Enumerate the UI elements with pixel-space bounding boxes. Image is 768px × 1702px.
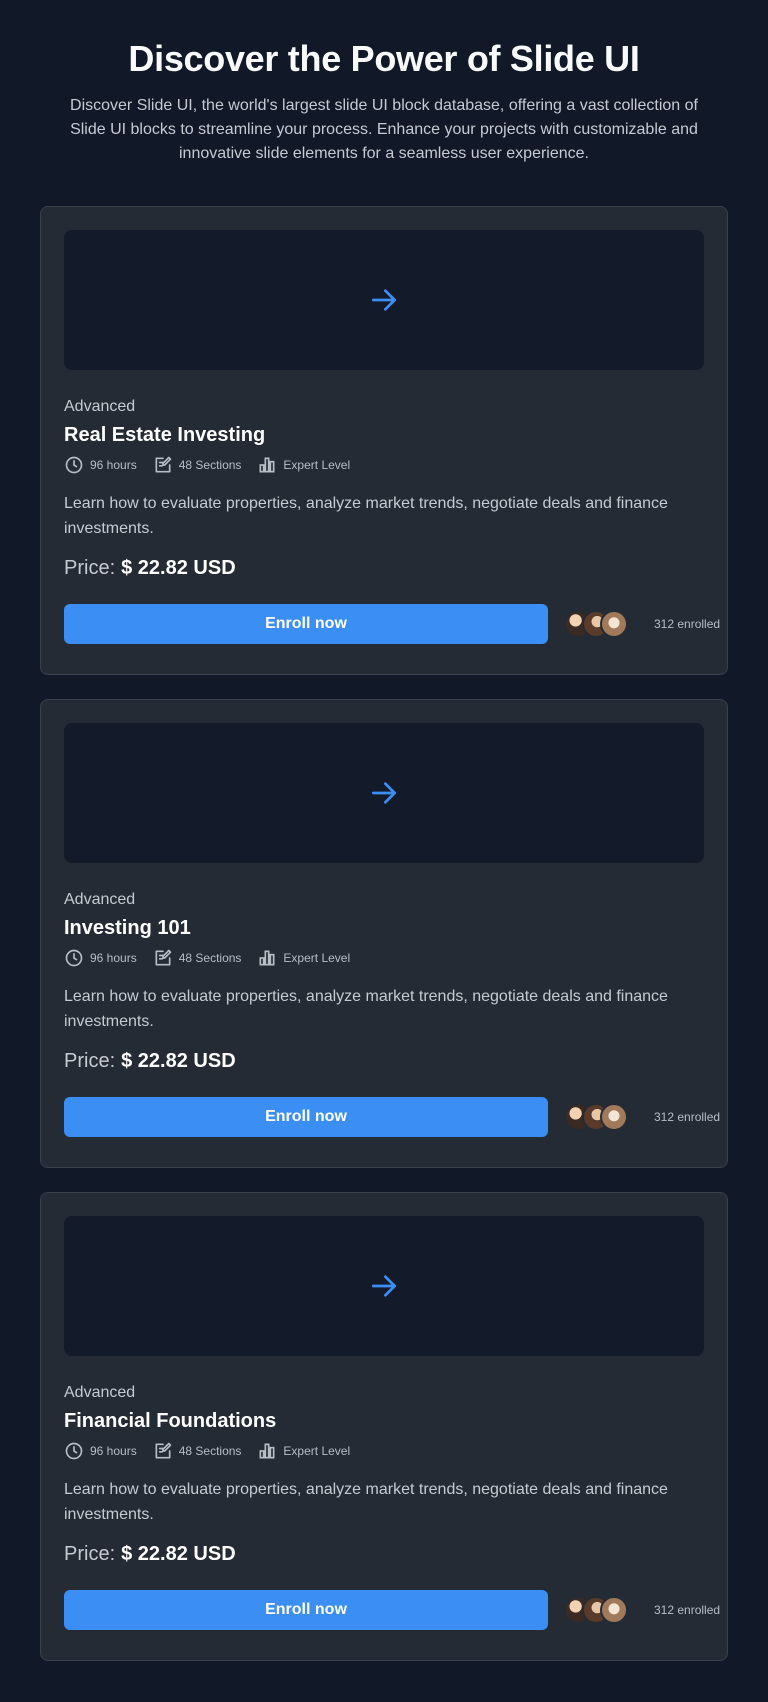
course-price: Price: $ 22.82 USD xyxy=(64,557,704,580)
avatar-group xyxy=(564,1596,628,1624)
course-thumbnail[interactable] xyxy=(64,1216,704,1356)
duration-meta: 96 hours xyxy=(64,1441,137,1461)
price-label: Price: xyxy=(64,557,116,579)
course-level-label: Advanced xyxy=(64,398,136,415)
arrow-right-icon xyxy=(372,289,396,311)
enrolled-count: 312 enrolled xyxy=(654,1110,721,1124)
course-card: Advanced Real Estate Investing 96 hours … xyxy=(40,206,728,675)
avatar xyxy=(600,1103,628,1131)
enroll-button[interactable]: Enroll now xyxy=(64,604,548,644)
level-text: Expert Level xyxy=(283,951,351,965)
course-actions: Enroll now 312 enrolled xyxy=(64,1097,720,1137)
level-text: Expert Level xyxy=(283,1444,351,1458)
course-description: Learn how to evaluate properties, analyz… xyxy=(64,988,668,1030)
level-meta: Expert Level xyxy=(257,1441,350,1461)
price-amount: $ 22.82 USD xyxy=(121,557,236,579)
level-text: Expert Level xyxy=(283,458,351,472)
course-title: Financial Foundations xyxy=(64,1410,277,1432)
course-description: Learn how to evaluate properties, analyz… xyxy=(64,495,668,537)
course-meta: 96 hours 48 Sections Expert Level xyxy=(64,948,704,968)
course-card: Advanced Investing 101 96 hours 48 Secti… xyxy=(40,699,728,1168)
level-meta: Expert Level xyxy=(257,948,350,968)
price-label: Price: xyxy=(64,1543,116,1565)
course-level-label: Advanced xyxy=(64,891,136,908)
bar-chart-icon xyxy=(259,950,275,966)
course-meta: 96 hours 48 Sections Expert Level xyxy=(64,1441,704,1461)
enrolled-count: 312 enrolled xyxy=(654,1603,721,1617)
clock-icon xyxy=(65,1442,83,1460)
sections-text: 48 Sections xyxy=(178,951,242,965)
level-meta: Expert Level xyxy=(257,455,350,475)
bar-chart-icon xyxy=(259,457,275,473)
sections-meta: 48 Sections xyxy=(153,948,242,968)
page-title: Discover the Power of Slide UI xyxy=(128,38,640,79)
course-card-list: Advanced Real Estate Investing 96 hours … xyxy=(0,206,768,1661)
price-amount: $ 22.82 USD xyxy=(121,1543,236,1565)
clock-icon xyxy=(65,456,83,474)
enroll-button[interactable]: Enroll now xyxy=(64,1590,548,1630)
course-title: Real Estate Investing xyxy=(64,424,266,446)
avatar xyxy=(600,610,628,638)
duration-text: 96 hours xyxy=(90,1444,137,1458)
course-meta: 96 hours 48 Sections Expert Level xyxy=(64,455,704,475)
course-thumbnail[interactable] xyxy=(64,230,704,370)
price-amount: $ 22.82 USD xyxy=(121,1050,236,1072)
sections-text: 48 Sections xyxy=(178,1444,242,1458)
page-header: Discover the Power of Slide UI Discover … xyxy=(0,0,768,166)
course-actions: Enroll now 312 enrolled xyxy=(64,1590,720,1630)
course-actions: Enroll now 312 enrolled xyxy=(64,604,720,644)
arrow-right-icon xyxy=(372,782,396,804)
course-thumbnail[interactable] xyxy=(64,723,704,863)
enrolled-count: 312 enrolled xyxy=(654,617,721,631)
avatar xyxy=(600,1596,628,1624)
duration-text: 96 hours xyxy=(90,951,137,965)
course-price: Price: $ 22.82 USD xyxy=(64,1050,704,1073)
price-label: Price: xyxy=(64,1050,116,1072)
page-subtitle: Discover Slide UI, the world's largest s… xyxy=(70,97,698,162)
sections-meta: 48 Sections xyxy=(153,455,242,475)
arrow-right-icon xyxy=(372,1275,396,1297)
course-level-label: Advanced xyxy=(64,1384,136,1401)
duration-text: 96 hours xyxy=(90,458,137,472)
duration-meta: 96 hours xyxy=(64,948,137,968)
course-card: Advanced Financial Foundations 96 hours … xyxy=(40,1192,728,1661)
edit-document-icon xyxy=(155,456,172,473)
bar-chart-icon xyxy=(259,1443,275,1459)
course-description: Learn how to evaluate properties, analyz… xyxy=(64,1481,668,1523)
sections-text: 48 Sections xyxy=(178,458,242,472)
enroll-button[interactable]: Enroll now xyxy=(64,1097,548,1137)
avatar-group xyxy=(564,1103,628,1131)
duration-meta: 96 hours xyxy=(64,455,137,475)
edit-document-icon xyxy=(155,949,172,966)
avatar-group xyxy=(564,610,628,638)
course-title: Investing 101 xyxy=(64,917,191,939)
sections-meta: 48 Sections xyxy=(153,1441,242,1461)
course-price: Price: $ 22.82 USD xyxy=(64,1543,704,1566)
clock-icon xyxy=(65,949,83,967)
edit-document-icon xyxy=(155,1442,172,1459)
